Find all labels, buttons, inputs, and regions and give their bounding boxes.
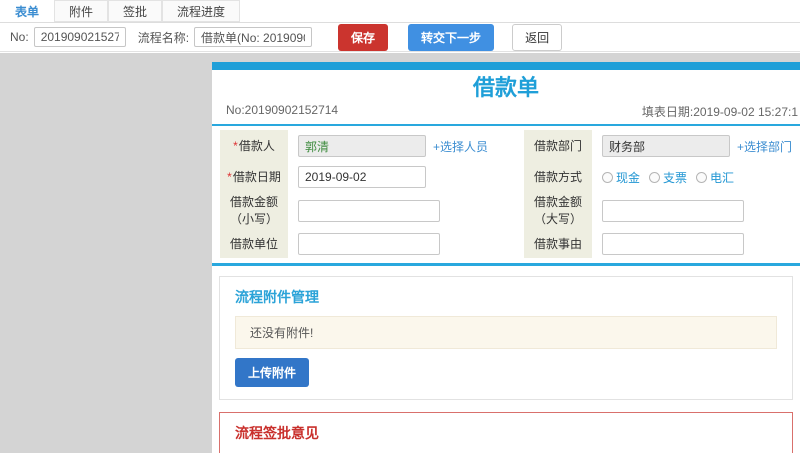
unit-label-text: 借款单位 <box>229 236 278 251</box>
reason-label: 借款事由 <box>524 230 592 259</box>
method-label: 借款方式 <box>524 162 592 193</box>
radio-circle-icon <box>602 171 613 183</box>
required-mark: * <box>227 169 232 184</box>
borrower-input[interactable] <box>298 135 426 158</box>
borrower-label-text: 借款人 <box>238 138 275 153</box>
approval-section: 流程签批意见 B I abc <box>219 412 793 453</box>
radio-cash[interactable]: 现金 <box>602 169 640 186</box>
method-field: 现金 支票 电汇 <box>592 162 792 193</box>
doc-meta-row: No:20190902152714 填表日期:2019-09-02 15:27:… <box>212 103 800 124</box>
no-input[interactable] <box>33 27 126 47</box>
radio-cheque-label: 支票 <box>663 170 688 185</box>
payment-method-radio-group: 现金 支票 电汇 <box>602 169 734 186</box>
radio-cheque[interactable]: 支票 <box>649 169 687 186</box>
column-gap <box>510 162 524 192</box>
amount-upper-field <box>592 192 792 231</box>
doc-number: No:20190902152714 <box>226 103 339 118</box>
next-step-button[interactable]: 转交下一步 <box>408 23 495 51</box>
form-panel: 借款单 No:20190902152714 填表日期:2019-09-02 15… <box>212 62 800 453</box>
unit-label: 借款单位 <box>220 230 288 259</box>
back-button[interactable]: 返回 <box>512 23 563 51</box>
reason-label-text: 借款事由 <box>533 236 582 251</box>
page-background: 借款单 No:20190902152714 填表日期:2019-09-02 15… <box>0 53 800 453</box>
select-person-link[interactable]: +选择人员 <box>433 138 488 155</box>
radio-circle-icon <box>696 171 708 183</box>
page-title: 借款单 <box>472 75 539 100</box>
app-window: 表单 附件 签批 流程进度 No: 流程名称: 保存 转交下一步 返回 借款单 … <box>0 0 800 453</box>
divider-line <box>212 263 800 267</box>
approval-title: 流程签批意见 <box>235 425 319 442</box>
loan-date-field <box>288 162 510 193</box>
panel-top-accent-bar <box>212 62 800 70</box>
radio-circle-icon <box>649 171 661 183</box>
unit-field <box>288 230 510 259</box>
department-field: +选择部门 <box>592 130 792 163</box>
department-input[interactable] <box>602 135 730 158</box>
process-name-label: 流程名称: <box>137 30 190 45</box>
loan-form: * 借款人 +选择人员 借款部门 +选择部门 * 借款 <box>212 126 800 263</box>
attachments-title: 流程附件管理 <box>235 289 319 306</box>
fill-date: 填表日期:2019-09-02 15:27:1 <box>641 105 798 120</box>
column-gap <box>510 130 524 162</box>
radio-wire[interactable]: 电汇 <box>696 169 734 186</box>
process-name-input[interactable] <box>194 27 313 47</box>
amount-lower-label-text: 借款金额（小写） <box>229 194 278 227</box>
radio-wire-label: 电汇 <box>710 170 735 185</box>
column-gap <box>510 230 524 258</box>
radio-cash-label: 现金 <box>616 170 641 185</box>
no-attachments-message: 还没有附件! <box>235 316 777 350</box>
reason-field <box>592 230 792 259</box>
action-bar: No: 流程名称: 保存 转交下一步 返回 <box>0 23 800 52</box>
amount-upper-input[interactable] <box>602 200 744 223</box>
department-label-text: 借款部门 <box>533 138 582 153</box>
select-department-link[interactable]: +选择部门 <box>737 138 792 155</box>
attachments-section: 流程附件管理 还没有附件! 上传附件 <box>219 276 793 401</box>
amount-upper-label-text: 借款金额（大写） <box>533 194 582 227</box>
amount-lower-label: 借款金额（小写） <box>220 192 288 231</box>
loan-date-label-text: 借款日期 <box>232 169 281 184</box>
tab-progress[interactable]: 流程进度 <box>162 0 241 22</box>
reason-input[interactable] <box>602 233 744 256</box>
tab-attachments[interactable]: 附件 <box>54 0 109 22</box>
tab-form[interactable]: 表单 <box>0 0 55 22</box>
tab-bar: 表单 附件 签批 流程进度 <box>0 0 800 23</box>
required-mark: * <box>233 138 238 153</box>
column-gap <box>510 192 524 230</box>
loan-date-label: * 借款日期 <box>220 162 288 193</box>
amount-lower-field <box>288 192 510 231</box>
unit-input[interactable] <box>298 233 440 256</box>
save-button[interactable]: 保存 <box>338 23 389 51</box>
borrower-field: +选择人员 <box>288 130 510 163</box>
method-label-text: 借款方式 <box>533 169 582 184</box>
department-label: 借款部门 <box>524 130 592 163</box>
upload-attachment-button[interactable]: 上传附件 <box>235 358 310 388</box>
tab-approval[interactable]: 签批 <box>108 0 163 22</box>
borrower-label: * 借款人 <box>220 130 288 163</box>
no-label: No: <box>10 30 29 44</box>
amount-upper-label: 借款金额（大写） <box>524 192 592 231</box>
loan-date-input[interactable] <box>298 166 426 189</box>
amount-lower-input[interactable] <box>298 200 440 223</box>
